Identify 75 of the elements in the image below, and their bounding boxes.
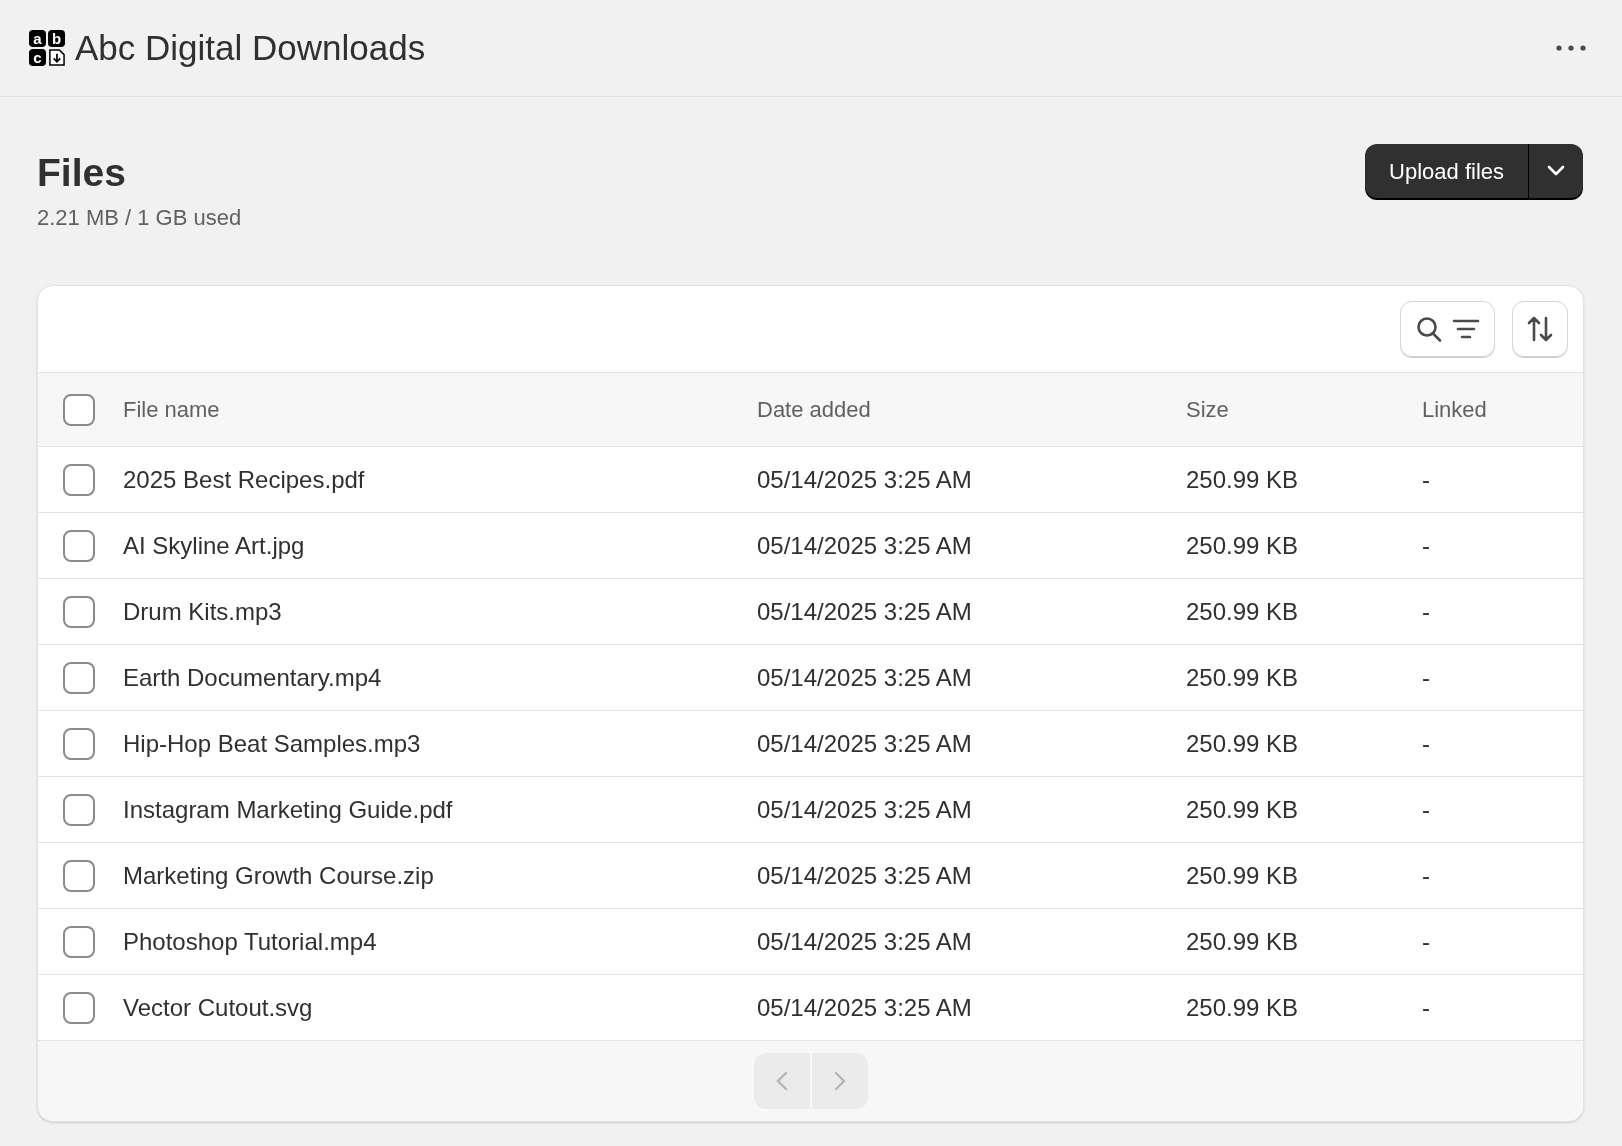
file-size: 250.99 KB	[1186, 464, 1300, 495]
download-file-icon	[48, 49, 65, 66]
date-added: 05/14/2025 3:25 AM	[757, 728, 973, 759]
more-icon	[1556, 45, 1586, 51]
column-header: Linked	[1422, 396, 1488, 424]
column-header: File name	[123, 396, 221, 424]
chevron-left-icon	[775, 1071, 788, 1091]
linked-status: -	[1422, 662, 1431, 693]
chevron-down-icon	[1547, 165, 1565, 177]
date-added: 05/14/2025 3:25 AM	[757, 860, 973, 891]
file-name: Vector Cutout.svg	[123, 992, 314, 1023]
sort-icon	[1526, 315, 1554, 343]
checkbox[interactable]	[63, 859, 95, 892]
file-size: 250.99 KB	[1186, 596, 1300, 627]
storage-usage: 2.21 MB / 1 GB used	[37, 204, 242, 232]
file-row[interactable]: 2025 Best Recipes.pdf 05/14/2025 3:25 AM 250.99 KB -	[38, 447, 1583, 513]
filter-icon	[1451, 319, 1480, 339]
linked-status: -	[1422, 926, 1431, 957]
linked-status: -	[1422, 728, 1431, 759]
logo-letter: a	[29, 30, 46, 47]
file-name: Marketing Growth Course.zip	[123, 860, 435, 891]
checkbox[interactable]	[63, 793, 95, 826]
file-name: Hip-Hop Beat Samples.mp3	[123, 728, 422, 759]
file-name: AI Skyline Art.jpg	[123, 530, 306, 561]
file-row[interactable]: AI Skyline Art.jpg 05/14/2025 3:25 AM 250.99 KB -	[38, 513, 1583, 579]
file-row[interactable]: Earth Documentary.mp4 05/14/2025 3:25 AM 250.99 KB -	[38, 645, 1583, 711]
sort-button[interactable]	[1512, 301, 1568, 357]
checkbox[interactable]	[63, 393, 95, 426]
checkbox[interactable]	[63, 991, 95, 1024]
search-icon	[1415, 315, 1442, 343]
date-added: 05/14/2025 3:25 AM	[757, 596, 973, 627]
file-name: Drum Kits.mp3	[123, 596, 283, 627]
file-size: 250.99 KB	[1186, 992, 1300, 1023]
checkbox[interactable]	[63, 727, 95, 760]
file-size: 250.99 KB	[1186, 530, 1300, 561]
linked-status: -	[1422, 860, 1431, 891]
file-size: 250.99 KB	[1186, 794, 1300, 825]
checkbox[interactable]	[63, 463, 95, 496]
app-title: Abc Digital Downloads	[75, 26, 426, 69]
file-row[interactable]: Photoshop Tutorial.mp4 05/14/2025 3:25 AM 250.99 KB -	[38, 909, 1583, 975]
checkbox[interactable]	[63, 529, 95, 562]
file-name: Photoshop Tutorial.mp4	[123, 926, 378, 957]
checkbox[interactable]	[63, 661, 95, 694]
column-header: Date added	[757, 396, 872, 424]
date-added: 05/14/2025 3:25 AM	[757, 464, 973, 495]
logo-letter: c	[29, 49, 46, 66]
file-size: 250.99 KB	[1186, 662, 1300, 693]
linked-status: -	[1422, 992, 1431, 1023]
file-size: 250.99 KB	[1186, 728, 1300, 759]
search-filter-button[interactable]	[1400, 301, 1495, 357]
chevron-right-icon	[833, 1071, 846, 1091]
date-added: 05/14/2025 3:25 AM	[757, 992, 973, 1023]
file-name: Instagram Marketing Guide.pdf	[123, 794, 454, 825]
file-row[interactable]: Instagram Marketing Guide.pdf 05/14/2025 3:25 AM 250.99 KB -	[38, 777, 1583, 843]
linked-status: -	[1422, 596, 1431, 627]
page-title: Files	[37, 150, 127, 196]
file-size: 250.99 KB	[1186, 926, 1300, 957]
file-row[interactable]: Drum Kits.mp3 05/14/2025 3:25 AM 250.99 KB -	[38, 579, 1583, 645]
linked-status: -	[1422, 794, 1431, 825]
date-added: 05/14/2025 3:25 AM	[757, 530, 973, 561]
checkbox[interactable]	[63, 925, 95, 958]
file-row[interactable]: Marketing Growth Course.zip 05/14/2025 3:25 AM 250.99 KB -	[38, 843, 1583, 909]
logo-letter: b	[48, 30, 65, 47]
file-name: Earth Documentary.mp4	[123, 662, 383, 693]
date-added: 05/14/2025 3:25 AM	[757, 662, 973, 693]
file-row[interactable]: Hip-Hop Beat Samples.mp3 05/14/2025 3:25 AM 250.99 KB -	[38, 711, 1583, 777]
checkbox[interactable]	[63, 595, 95, 628]
linked-status: -	[1422, 464, 1431, 495]
file-size: 250.99 KB	[1186, 860, 1300, 891]
date-added: 05/14/2025 3:25 AM	[757, 926, 973, 957]
date-added: 05/14/2025 3:25 AM	[757, 794, 973, 825]
linked-status: -	[1422, 530, 1431, 561]
column-header: Size	[1186, 396, 1230, 424]
file-row[interactable]: Vector Cutout.svg 05/14/2025 3:25 AM 250.99 KB -	[38, 975, 1583, 1041]
file-name: 2025 Best Recipes.pdf	[123, 464, 366, 495]
